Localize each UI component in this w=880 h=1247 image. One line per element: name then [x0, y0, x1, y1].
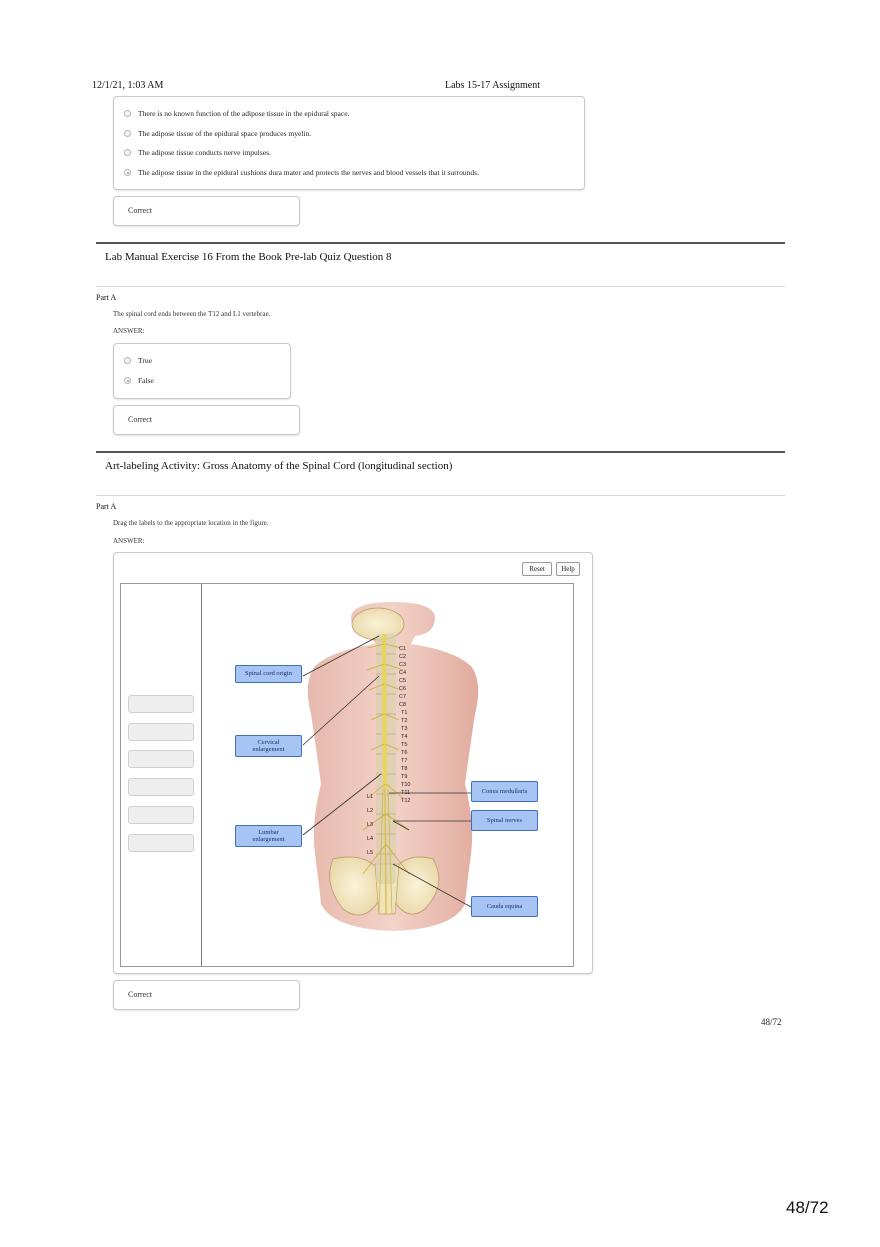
q8-title: Lab Manual Exercise 16 From the Book Pre…	[105, 251, 392, 263]
empty-label-slot[interactable]	[128, 806, 194, 824]
q8-option-false[interactable]: False	[124, 376, 154, 385]
q9-part-label: Part A	[96, 502, 117, 511]
label-spinal-cord-origin[interactable]: Spinal cord origin	[235, 665, 302, 683]
empty-label-slot[interactable]	[128, 695, 194, 713]
q7-option-1-text: There is no known function of the adipos…	[138, 109, 350, 118]
radio-button[interactable]	[124, 357, 131, 364]
c-label: C1	[399, 646, 406, 652]
page-number-large: 48/72	[786, 1198, 829, 1217]
q7-option-2[interactable]: The adipose tissue of the epidural space…	[124, 129, 311, 138]
empty-label-slot[interactable]	[128, 834, 194, 852]
reset-button[interactable]: Reset	[522, 562, 552, 576]
q9-result-box: Correct	[113, 980, 300, 1010]
q8-option-false-text: False	[138, 376, 154, 385]
help-button[interactable]: Help	[556, 562, 580, 576]
spinal-cord	[382, 633, 387, 790]
q8-result-box: Correct	[113, 405, 300, 435]
radio-button[interactable]	[124, 130, 131, 137]
t-label: T1	[401, 710, 407, 716]
page-number-small: 48/72	[761, 1017, 782, 1027]
c-label: C2	[399, 654, 406, 660]
q7-option-3-text: The adipose tissue conducts nerve impuls…	[138, 148, 271, 157]
q7-option-1[interactable]: There is no known function of the adipos…	[124, 109, 349, 118]
label-conus-medullaris[interactable]: Conus medullaris	[471, 781, 538, 802]
q9-prompt: Drag the labels to the appropriate locat…	[113, 519, 269, 527]
c-label: C3	[399, 662, 406, 668]
q7-options-box: There is no known function of the adipos…	[113, 96, 585, 190]
l-label: L4	[367, 836, 373, 842]
t-label: T2	[401, 718, 407, 724]
t-label: T3	[401, 726, 407, 732]
t-label: T5	[401, 742, 407, 748]
q9-title: Art-labeling Activity: Gross Anatomy of …	[105, 460, 453, 472]
q7-option-4-text: The adipose tissue in the epidural cushi…	[138, 168, 479, 177]
q8-answer-label: ANSWER:	[113, 327, 145, 335]
activity-canvas: C1 C2 C3 C4 C5 C6 C7 C8 T1 T2 T3 T4 T5 T…	[120, 583, 574, 967]
divider	[96, 495, 785, 496]
section-divider	[96, 242, 785, 244]
radio-button[interactable]	[124, 110, 131, 117]
l-label: L5	[367, 850, 373, 856]
c-label: C8	[399, 702, 406, 708]
l-label: L1	[367, 794, 373, 800]
label-cauda-equina[interactable]: Cauda equina	[471, 896, 538, 917]
q8-result-text: Correct	[128, 415, 152, 424]
radio-button[interactable]	[124, 149, 131, 156]
section-divider	[96, 451, 785, 453]
empty-label-slot[interactable]	[128, 750, 194, 768]
q9-answer-label: ANSWER:	[113, 537, 145, 545]
t-label: T8	[401, 766, 407, 772]
c-label: C6	[399, 686, 406, 692]
t-label: T4	[401, 734, 407, 740]
print-title: Labs 15-17 Assignment	[445, 80, 540, 91]
c-label: C4	[399, 670, 406, 676]
t-label: T10	[401, 782, 410, 788]
radio-button-selected[interactable]	[124, 377, 131, 384]
q8-option-true[interactable]: True	[124, 356, 152, 365]
divider	[96, 286, 785, 287]
label-lumbar-enlargement[interactable]: Lumbar enlargement	[235, 825, 302, 847]
l-label: L3	[367, 822, 373, 828]
t-label: T9	[401, 774, 407, 780]
t-label: T12	[401, 798, 410, 804]
q9-result-text: Correct	[128, 990, 152, 999]
label-cervical-enlargement[interactable]: Cervical enlargement	[235, 735, 302, 757]
print-datetime: 12/1/21, 1:03 AM	[92, 80, 164, 91]
q8-option-true-text: True	[138, 356, 152, 365]
q7-result-text: Correct	[128, 206, 152, 215]
q7-result-box: Correct	[113, 196, 300, 226]
cauda-equina-strands	[384, 788, 387, 915]
label-bank	[121, 584, 202, 966]
c-label: C7	[399, 694, 406, 700]
empty-label-slot[interactable]	[128, 723, 194, 741]
q7-option-4[interactable]: The adipose tissue in the epidural cushi…	[124, 168, 479, 177]
q8-part-label: Part A	[96, 293, 117, 302]
l-label: L2	[367, 808, 373, 814]
empty-label-slot[interactable]	[128, 778, 194, 796]
t-label: T6	[401, 750, 407, 756]
t-label: T7	[401, 758, 407, 764]
radio-button-selected[interactable]	[124, 169, 131, 176]
c-label: C5	[399, 678, 406, 684]
label-spinal-nerves[interactable]: Spinal nerves	[471, 810, 538, 831]
q7-option-3[interactable]: The adipose tissue conducts nerve impuls…	[124, 148, 271, 157]
q8-prompt: The spinal cord ends between the T12 and…	[113, 310, 271, 318]
q7-option-2-text: The adipose tissue of the epidural space…	[138, 129, 312, 138]
q8-options-box: True False	[113, 343, 291, 399]
labeling-activity: Reset Help C1 C2 C3 C4 C5 C6 C7 C8 T1 T2…	[113, 552, 593, 974]
